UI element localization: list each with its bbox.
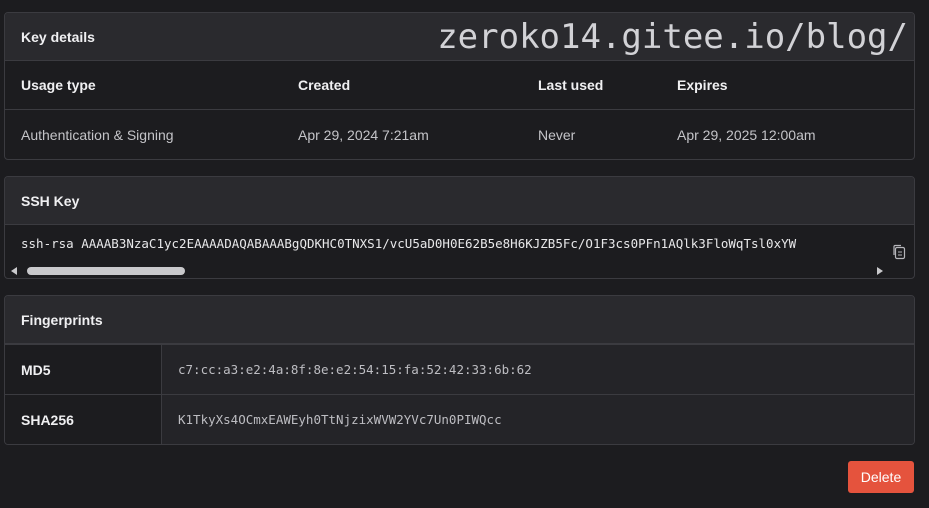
delete-button[interactable]: Delete [848, 461, 914, 493]
key-details-title: Key details [21, 28, 95, 45]
fingerprints-header: Fingerprints [5, 296, 914, 344]
key-details-value-row: Authentication & Signing Apr 29, 2024 7:… [5, 110, 914, 159]
ssh-key-panel: SSH Key ssh-rsa AAAAB3NzaC1yc2EAAAADAQAB… [4, 176, 915, 279]
fingerprints-title: Fingerprints [21, 311, 103, 328]
key-details-panel: Key details zeroko14.gitee.io/blog/ Usag… [4, 12, 915, 160]
ssh-key-title: SSH Key [21, 192, 80, 209]
created-header: Created [298, 77, 351, 93]
scroll-left-arrow-icon[interactable] [11, 267, 17, 275]
fingerprint-row-md5: MD5 c7:cc:a3:e2:4a:8f:8e:e2:54:15:fa:52:… [5, 344, 914, 394]
copy-icon[interactable] [892, 244, 906, 260]
key-details-header: Key details zeroko14.gitee.io/blog/ [5, 13, 914, 61]
scroll-thumb[interactable] [27, 267, 185, 275]
fingerprint-value: K1TkyXs4OCmxEAWEyh0TtNjzixWVW2YVc7Un0PIW… [162, 395, 914, 444]
ssh-key-scrollbar[interactable] [9, 265, 885, 277]
created-value: Apr 29, 2024 7:21am [298, 126, 429, 143]
expires-header: Expires [677, 77, 728, 93]
fingerprints-panel: Fingerprints MD5 c7:cc:a3:e2:4a:8f:8e:e2… [4, 295, 915, 445]
fingerprint-label: SHA256 [5, 395, 162, 444]
expires-value: Apr 29, 2025 12:00am [677, 126, 816, 143]
usage-type-header: Usage type [21, 77, 96, 93]
ssh-key-text[interactable]: ssh-rsa AAAAB3NzaC1yc2EAAAADAQABAAABgQDK… [5, 225, 885, 261]
last-used-header: Last used [538, 77, 604, 93]
ssh-key-header: SSH Key [5, 177, 914, 225]
scroll-right-arrow-icon[interactable] [877, 267, 883, 275]
fingerprint-label: MD5 [5, 345, 162, 394]
fingerprint-value: c7:cc:a3:e2:4a:8f:8e:e2:54:15:fa:52:42:3… [162, 345, 914, 394]
fingerprint-row-sha256: SHA256 K1TkyXs4OCmxEAWEyh0TtNjzixWVW2YVc… [5, 394, 914, 444]
key-details-header-row: Usage type Created Last used Expires [5, 61, 914, 110]
usage-type-value: Authentication & Signing [21, 126, 174, 143]
last-used-value: Never [538, 126, 576, 143]
watermark-text: zeroko14.gitee.io/blog/ [437, 17, 908, 57]
